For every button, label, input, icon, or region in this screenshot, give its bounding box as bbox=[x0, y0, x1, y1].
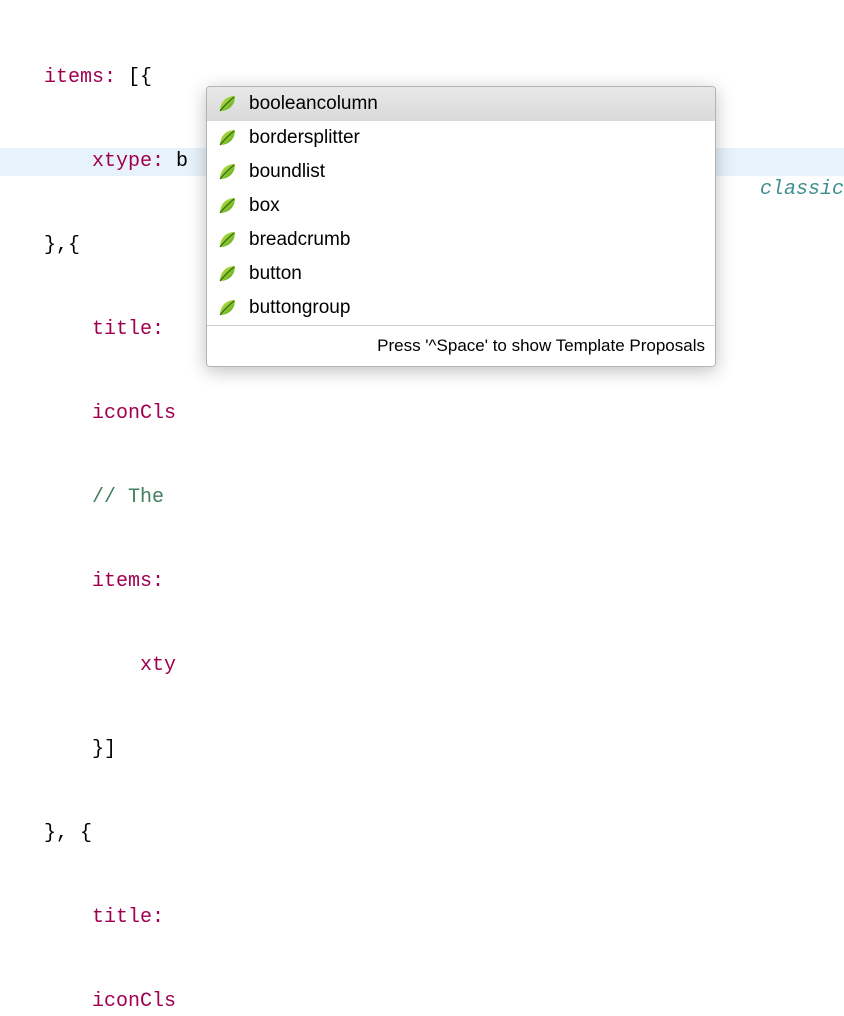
code-typed: b bbox=[176, 150, 188, 173]
code-line: iconCls bbox=[0, 988, 844, 1016]
code-key: items: bbox=[44, 66, 128, 89]
autocomplete-item-buttongroup[interactable]: buttongroup bbox=[207, 291, 715, 325]
autocomplete-label: buttongroup bbox=[249, 294, 350, 322]
autocomplete-label: box bbox=[249, 192, 280, 220]
code-line: items: bbox=[0, 568, 844, 596]
code-key: iconCls bbox=[44, 402, 176, 425]
code-line: title: bbox=[0, 904, 844, 932]
leaf-icon bbox=[217, 162, 237, 182]
code-line: }, { bbox=[0, 820, 844, 848]
code-key: title: bbox=[44, 906, 176, 929]
code-line: xty bbox=[0, 652, 844, 680]
leaf-icon bbox=[217, 128, 237, 148]
autocomplete-label: booleancolumn bbox=[249, 90, 378, 118]
code-comment: // The bbox=[92, 486, 176, 509]
autocomplete-item-bordersplitter[interactable]: bordersplitter bbox=[207, 121, 715, 155]
code-key: iconCls bbox=[44, 990, 176, 1013]
autocomplete-label: button bbox=[249, 260, 302, 288]
autocomplete-popup: booleancolumn bordersplitter boundlist b… bbox=[206, 86, 716, 367]
autocomplete-label: breadcrumb bbox=[249, 226, 350, 254]
classic-indicator: classic bbox=[760, 176, 844, 204]
autocomplete-item-booleancolumn[interactable]: booleancolumn bbox=[207, 87, 715, 121]
code-key: xtype: bbox=[44, 150, 176, 173]
autocomplete-item-boundlist[interactable]: boundlist bbox=[207, 155, 715, 189]
autocomplete-footer: Press '^Space' to show Template Proposal… bbox=[207, 325, 715, 366]
leaf-icon bbox=[217, 230, 237, 250]
code-line: }] bbox=[0, 736, 844, 764]
code-text: [{ bbox=[128, 66, 152, 89]
leaf-icon bbox=[217, 264, 237, 284]
code-line: iconCls bbox=[0, 400, 844, 428]
autocomplete-label: boundlist bbox=[249, 158, 325, 186]
leaf-icon bbox=[217, 196, 237, 216]
autocomplete-item-breadcrumb[interactable]: breadcrumb bbox=[207, 223, 715, 257]
autocomplete-label: bordersplitter bbox=[249, 124, 360, 152]
code-indent bbox=[44, 486, 92, 509]
code-key: xty bbox=[44, 654, 176, 677]
leaf-icon bbox=[217, 298, 237, 318]
code-key: items: bbox=[44, 570, 176, 593]
leaf-icon bbox=[217, 94, 237, 114]
autocomplete-item-button[interactable]: button bbox=[207, 257, 715, 291]
autocomplete-list[interactable]: booleancolumn bordersplitter boundlist b… bbox=[207, 87, 715, 325]
code-key: title: bbox=[44, 318, 176, 341]
autocomplete-item-box[interactable]: box bbox=[207, 189, 715, 223]
